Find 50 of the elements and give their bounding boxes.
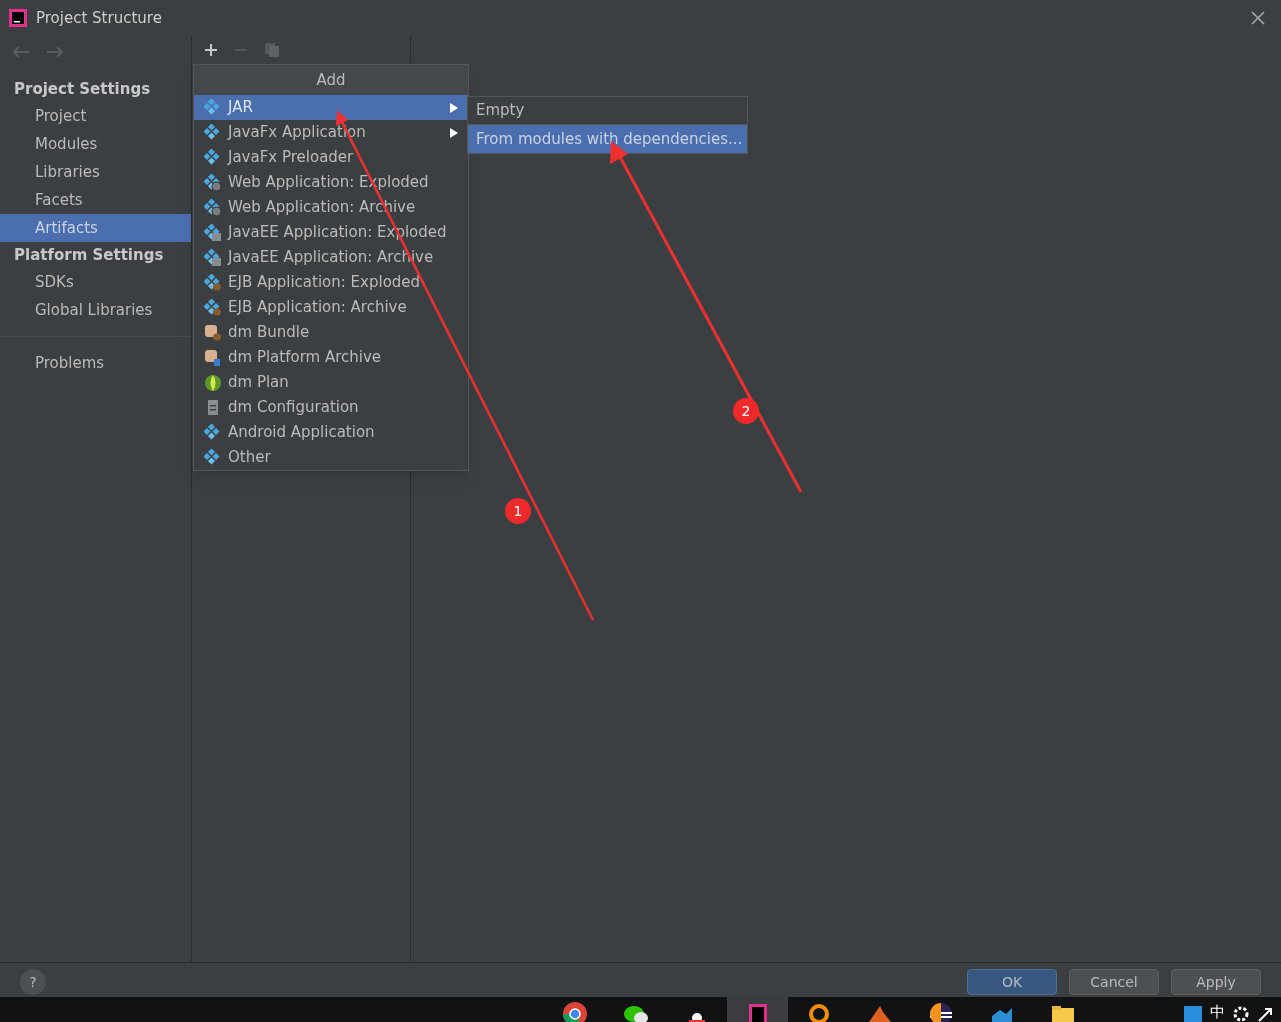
section-heading: Project Settings bbox=[13, 78, 152, 100]
menu-item[interactable]: Other bbox=[194, 445, 468, 470]
globe-icon bbox=[204, 373, 222, 392]
menu-item[interactable]: Android Application bbox=[194, 420, 468, 445]
browser-icon[interactable] bbox=[560, 1000, 589, 1022]
window-title: Project Structure bbox=[36, 7, 162, 29]
section-heading: Platform Settings bbox=[13, 244, 165, 266]
menu-item[interactable]: dm Platform Archive bbox=[194, 345, 468, 370]
menu-item[interactable]: dm Bundle bbox=[194, 320, 468, 345]
diamond-icon bbox=[204, 148, 222, 167]
menu-item[interactable]: dm Configuration bbox=[194, 395, 468, 420]
sidebar-item[interactable]: Global Libraries bbox=[0, 296, 191, 324]
close-icon[interactable] bbox=[1251, 11, 1265, 25]
sidebar-item[interactable]: SDKs bbox=[0, 268, 191, 296]
input-method-indicator[interactable]: 中 bbox=[1210, 1002, 1225, 1022]
diamond-grid-icon bbox=[204, 248, 222, 267]
sidebar-item[interactable]: Libraries bbox=[0, 158, 191, 186]
sidebar-item[interactable]: Modules bbox=[0, 130, 191, 158]
diamond-icon bbox=[204, 98, 222, 117]
bundle-figure-icon bbox=[204, 348, 222, 367]
annotation-badge: 2 bbox=[733, 398, 759, 424]
help-button[interactable]: ? bbox=[20, 969, 46, 995]
sidebar-item[interactable]: Artifacts bbox=[0, 214, 191, 242]
diamond-icon bbox=[204, 123, 222, 142]
annotation-badge: 1 bbox=[505, 498, 531, 524]
menu-item[interactable]: JavaFx Preloader bbox=[194, 145, 468, 170]
sidebar-item[interactable]: Facets bbox=[0, 186, 191, 214]
menu-item[interactable]: From modules with dependencies... bbox=[468, 125, 747, 153]
menu-item[interactable]: EJB Application: Archive bbox=[194, 295, 468, 320]
diamond-icon bbox=[204, 448, 222, 467]
diamond-globe-icon bbox=[204, 173, 222, 192]
dialog-button[interactable]: Cancel bbox=[1069, 969, 1159, 995]
sidebar-item[interactable]: Problems bbox=[0, 349, 191, 377]
diamond-grid-icon bbox=[204, 223, 222, 242]
add-icon[interactable] bbox=[204, 43, 218, 57]
submenu-arrow-icon bbox=[450, 102, 458, 113]
diamond-bean-icon bbox=[204, 298, 222, 317]
dialog-button[interactable]: OK bbox=[967, 969, 1057, 995]
submenu-arrow-icon bbox=[450, 127, 458, 138]
sidebar-item[interactable]: Project bbox=[0, 102, 191, 130]
menu-title: Add bbox=[194, 65, 468, 95]
app-logo-icon bbox=[8, 8, 28, 28]
menu-item[interactable]: JAR bbox=[194, 95, 468, 120]
diamond-globe-icon bbox=[204, 198, 222, 217]
dialog-button[interactable]: Apply bbox=[1171, 969, 1261, 995]
menu-item[interactable]: dm Plan bbox=[194, 370, 468, 395]
diamond-bean-icon bbox=[204, 273, 222, 292]
bundle-icon bbox=[204, 323, 222, 342]
menu-item[interactable]: EJB Application: Exploded bbox=[194, 270, 468, 295]
diamond-icon bbox=[204, 423, 222, 442]
